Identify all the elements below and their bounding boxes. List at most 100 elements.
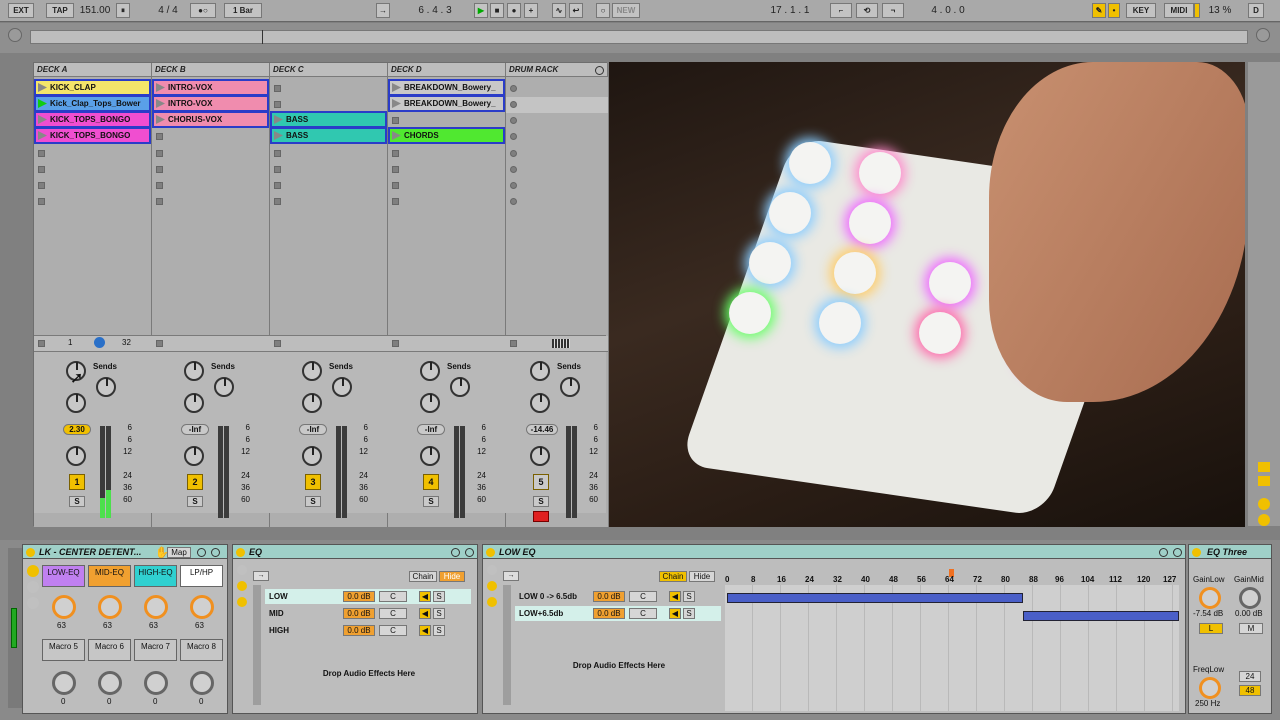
track-header-deck-c[interactable]: DECK C [270, 63, 388, 77]
macro-1-knob[interactable] [52, 595, 76, 619]
send-b-knob[interactable] [96, 377, 116, 397]
empty-slot-stop-icon[interactable] [392, 166, 399, 173]
chain-name[interactable]: LOW 0 -> 6.5db [519, 590, 577, 603]
chain-pan[interactable]: C [379, 608, 407, 619]
device-menu-icon[interactable] [451, 548, 460, 557]
clip-slot[interactable]: BREAKDOWN_Bowery_ [388, 95, 505, 112]
chain-toggle-icon[interactable] [237, 565, 247, 575]
solo-button[interactable]: S [305, 496, 321, 507]
browser-toggle-icon[interactable] [1256, 28, 1270, 42]
track-header-drum-rack[interactable]: DRUM RACK [506, 63, 608, 77]
clip-play-icon[interactable] [38, 99, 47, 108]
send-a-knob[interactable] [184, 361, 204, 381]
loop-start-field[interactable]: 17 . 1 . 1 [752, 3, 828, 18]
map-button[interactable]: Map [167, 547, 191, 558]
stop-clips-icon[interactable] [274, 340, 281, 347]
track-header-deck-d[interactable]: DECK D [388, 63, 506, 77]
scene-launch-icon[interactable] [510, 117, 517, 124]
macro-8-knob[interactable] [190, 671, 214, 695]
scene-launch-icon[interactable] [510, 166, 517, 173]
chain-select-icon[interactable]: → [253, 571, 269, 581]
clip-slot[interactable]: BASS [270, 111, 387, 128]
solo-button[interactable]: S [69, 496, 85, 507]
chain-solo-button[interactable]: S [683, 591, 695, 602]
slope-48-button[interactable]: 48 [1239, 685, 1261, 696]
scene-scroll-handle[interactable] [94, 337, 105, 348]
hide-button[interactable]: Hide [689, 571, 715, 582]
empty-slot-stop-icon[interactable] [274, 150, 281, 157]
send-a-knob[interactable] [420, 361, 440, 381]
show-devices-icon[interactable] [27, 597, 39, 609]
punch-icon[interactable]: ○ [596, 3, 610, 18]
solo-button[interactable]: S [187, 496, 203, 507]
clip-play-icon[interactable] [274, 115, 283, 124]
chain-scrollbar[interactable] [503, 585, 511, 705]
record-icon[interactable]: ● [507, 3, 521, 18]
send-b-knob[interactable] [450, 377, 470, 397]
drum-rack-fold-icon[interactable] [595, 66, 604, 75]
chain-solo-button[interactable]: S [683, 608, 695, 619]
send-b-knob[interactable] [214, 377, 234, 397]
automation-icon[interactable]: ∿ [552, 3, 566, 18]
chain-pan[interactable]: C [629, 608, 657, 619]
empty-slot-stop-icon[interactable] [156, 133, 163, 140]
device-power-icon[interactable] [236, 548, 245, 557]
clip-play-icon[interactable] [156, 99, 165, 108]
device-save-icon[interactable] [465, 548, 474, 557]
send-c-knob[interactable] [530, 393, 550, 413]
chain-volume[interactable]: 0.0 dB [343, 591, 375, 602]
empty-slot-stop-icon[interactable] [274, 182, 281, 189]
chain-pan[interactable]: C [379, 591, 407, 602]
clip-play-icon[interactable] [392, 83, 401, 92]
hide-button[interactable]: Hide [439, 571, 465, 582]
slope-24-button[interactable]: 24 [1239, 671, 1261, 682]
track-volume[interactable]: -Inf [181, 424, 209, 435]
chain-name[interactable]: LOW+6.5db [519, 607, 563, 620]
device-power-icon[interactable] [26, 548, 35, 557]
track-activator-button[interactable]: 5 [533, 474, 549, 490]
send-a-knob[interactable] [530, 361, 550, 381]
pan-knob[interactable] [420, 446, 440, 466]
zone-bar-low[interactable] [727, 593, 1023, 603]
overdub-icon[interactable]: + [524, 3, 538, 18]
clip-slot[interactable]: KICK_CLAP [34, 79, 151, 96]
empty-slot-stop-icon[interactable] [156, 150, 163, 157]
stop-clips-icon[interactable] [392, 340, 399, 347]
device-power-icon[interactable] [486, 548, 495, 557]
speaker-icon[interactable]: ◀ [419, 591, 431, 602]
empty-slot-stop-icon[interactable] [274, 198, 281, 205]
clip-play-icon[interactable] [38, 115, 47, 124]
scene-launch-icon[interactable] [510, 182, 517, 189]
send-b-knob[interactable] [332, 377, 352, 397]
send-b-knob[interactable] [560, 377, 580, 397]
side-toggle-icon[interactable] [1258, 514, 1270, 526]
stop-clips-icon[interactable] [156, 340, 163, 347]
speaker-icon[interactable]: ◀ [419, 608, 431, 619]
send-a-knob[interactable] [302, 361, 322, 381]
empty-slot-stop-icon[interactable] [392, 150, 399, 157]
send-c-knob[interactable] [302, 393, 322, 413]
tap-tempo-button[interactable]: TAP [46, 3, 74, 18]
overview-toggle-icon[interactable] [8, 28, 22, 42]
empty-slot-stop-icon[interactable] [392, 182, 399, 189]
chain-name[interactable]: HIGH [269, 624, 289, 637]
empty-slot-stop-icon[interactable] [38, 182, 45, 189]
stop-clips-icon[interactable] [38, 340, 45, 347]
drop-effects-zone[interactable]: Drop Audio Effects Here [269, 669, 469, 678]
device-save-icon[interactable] [211, 548, 220, 557]
speaker-icon[interactable]: ◀ [669, 608, 681, 619]
send-c-knob[interactable] [420, 393, 440, 413]
track-activator-button[interactable]: 1 [69, 474, 85, 490]
metronome-icon[interactable]: ●○ [190, 3, 216, 18]
clip-play-icon[interactable] [38, 83, 47, 92]
stop-icon[interactable]: ■ [490, 3, 504, 18]
zone-bar-high[interactable] [1023, 611, 1179, 621]
track-header-deck-a[interactable]: DECK A [34, 63, 152, 77]
chain-scrollbar[interactable] [253, 585, 261, 705]
arm-button[interactable] [533, 511, 549, 522]
clip-slot[interactable]: INTRO-VOX [152, 95, 269, 112]
clip-play-icon[interactable] [274, 131, 283, 140]
pan-knob[interactable] [66, 446, 86, 466]
track-header-deck-b[interactable]: DECK B [152, 63, 270, 77]
clip-play-icon[interactable] [38, 131, 47, 140]
